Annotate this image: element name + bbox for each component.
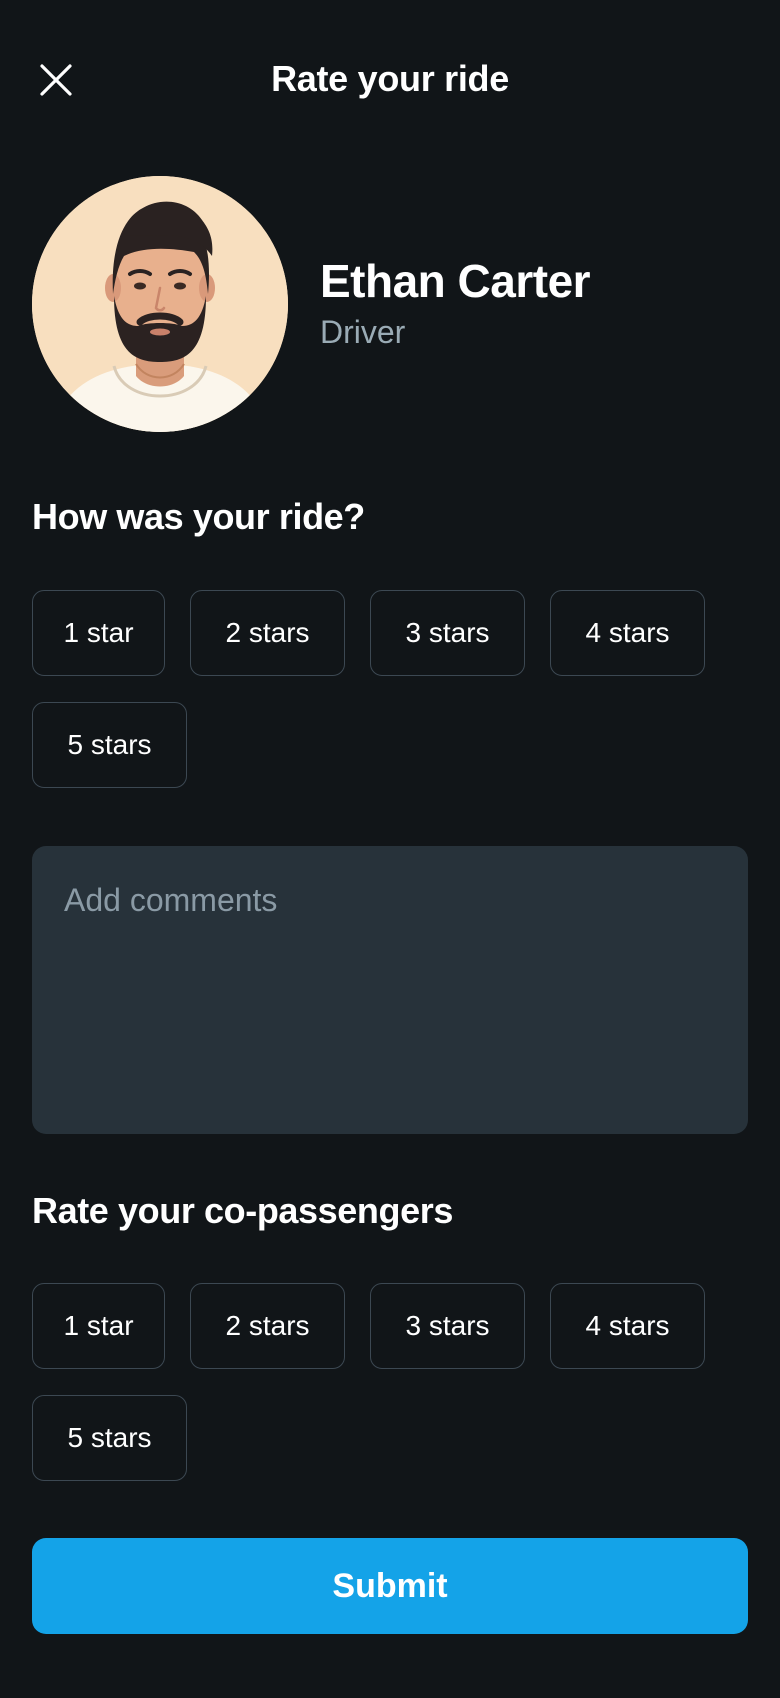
co-passenger-rating-options: 1 star 2 stars 3 stars 4 stars 5 stars [32,1283,748,1483]
ride-rating-options: 1 star 2 stars 3 stars 4 stars 5 stars [32,590,748,790]
ride-rating-4-stars[interactable]: 4 stars [550,590,705,676]
driver-name: Ethan Carter [320,255,591,307]
header: Rate your ride [0,0,780,160]
ride-rating-title: How was your ride? [32,496,365,537]
comments-input[interactable] [32,846,748,1134]
avatar [32,176,288,432]
co-passenger-rating-4-stars[interactable]: 4 stars [550,1283,705,1369]
co-passenger-rating-title: Rate your co-passengers [32,1190,453,1231]
co-passenger-rating-5-stars[interactable]: 5 stars [32,1395,187,1481]
co-passenger-rating-2-stars[interactable]: 2 stars [190,1283,345,1369]
page-title: Rate your ride [271,58,509,99]
ride-rating-2-stars[interactable]: 2 stars [190,590,345,676]
co-passenger-rating-3-stars[interactable]: 3 stars [370,1283,525,1369]
driver-card: Ethan Carter Driver [32,176,748,432]
ride-rating-3-stars[interactable]: 3 stars [370,590,525,676]
co-passenger-rating-1-star[interactable]: 1 star [32,1283,165,1369]
ride-rating-1-star[interactable]: 1 star [32,590,165,676]
ride-rating-5-stars[interactable]: 5 stars [32,702,187,788]
submit-button[interactable]: Submit [32,1538,748,1634]
driver-role: Driver [320,314,406,350]
